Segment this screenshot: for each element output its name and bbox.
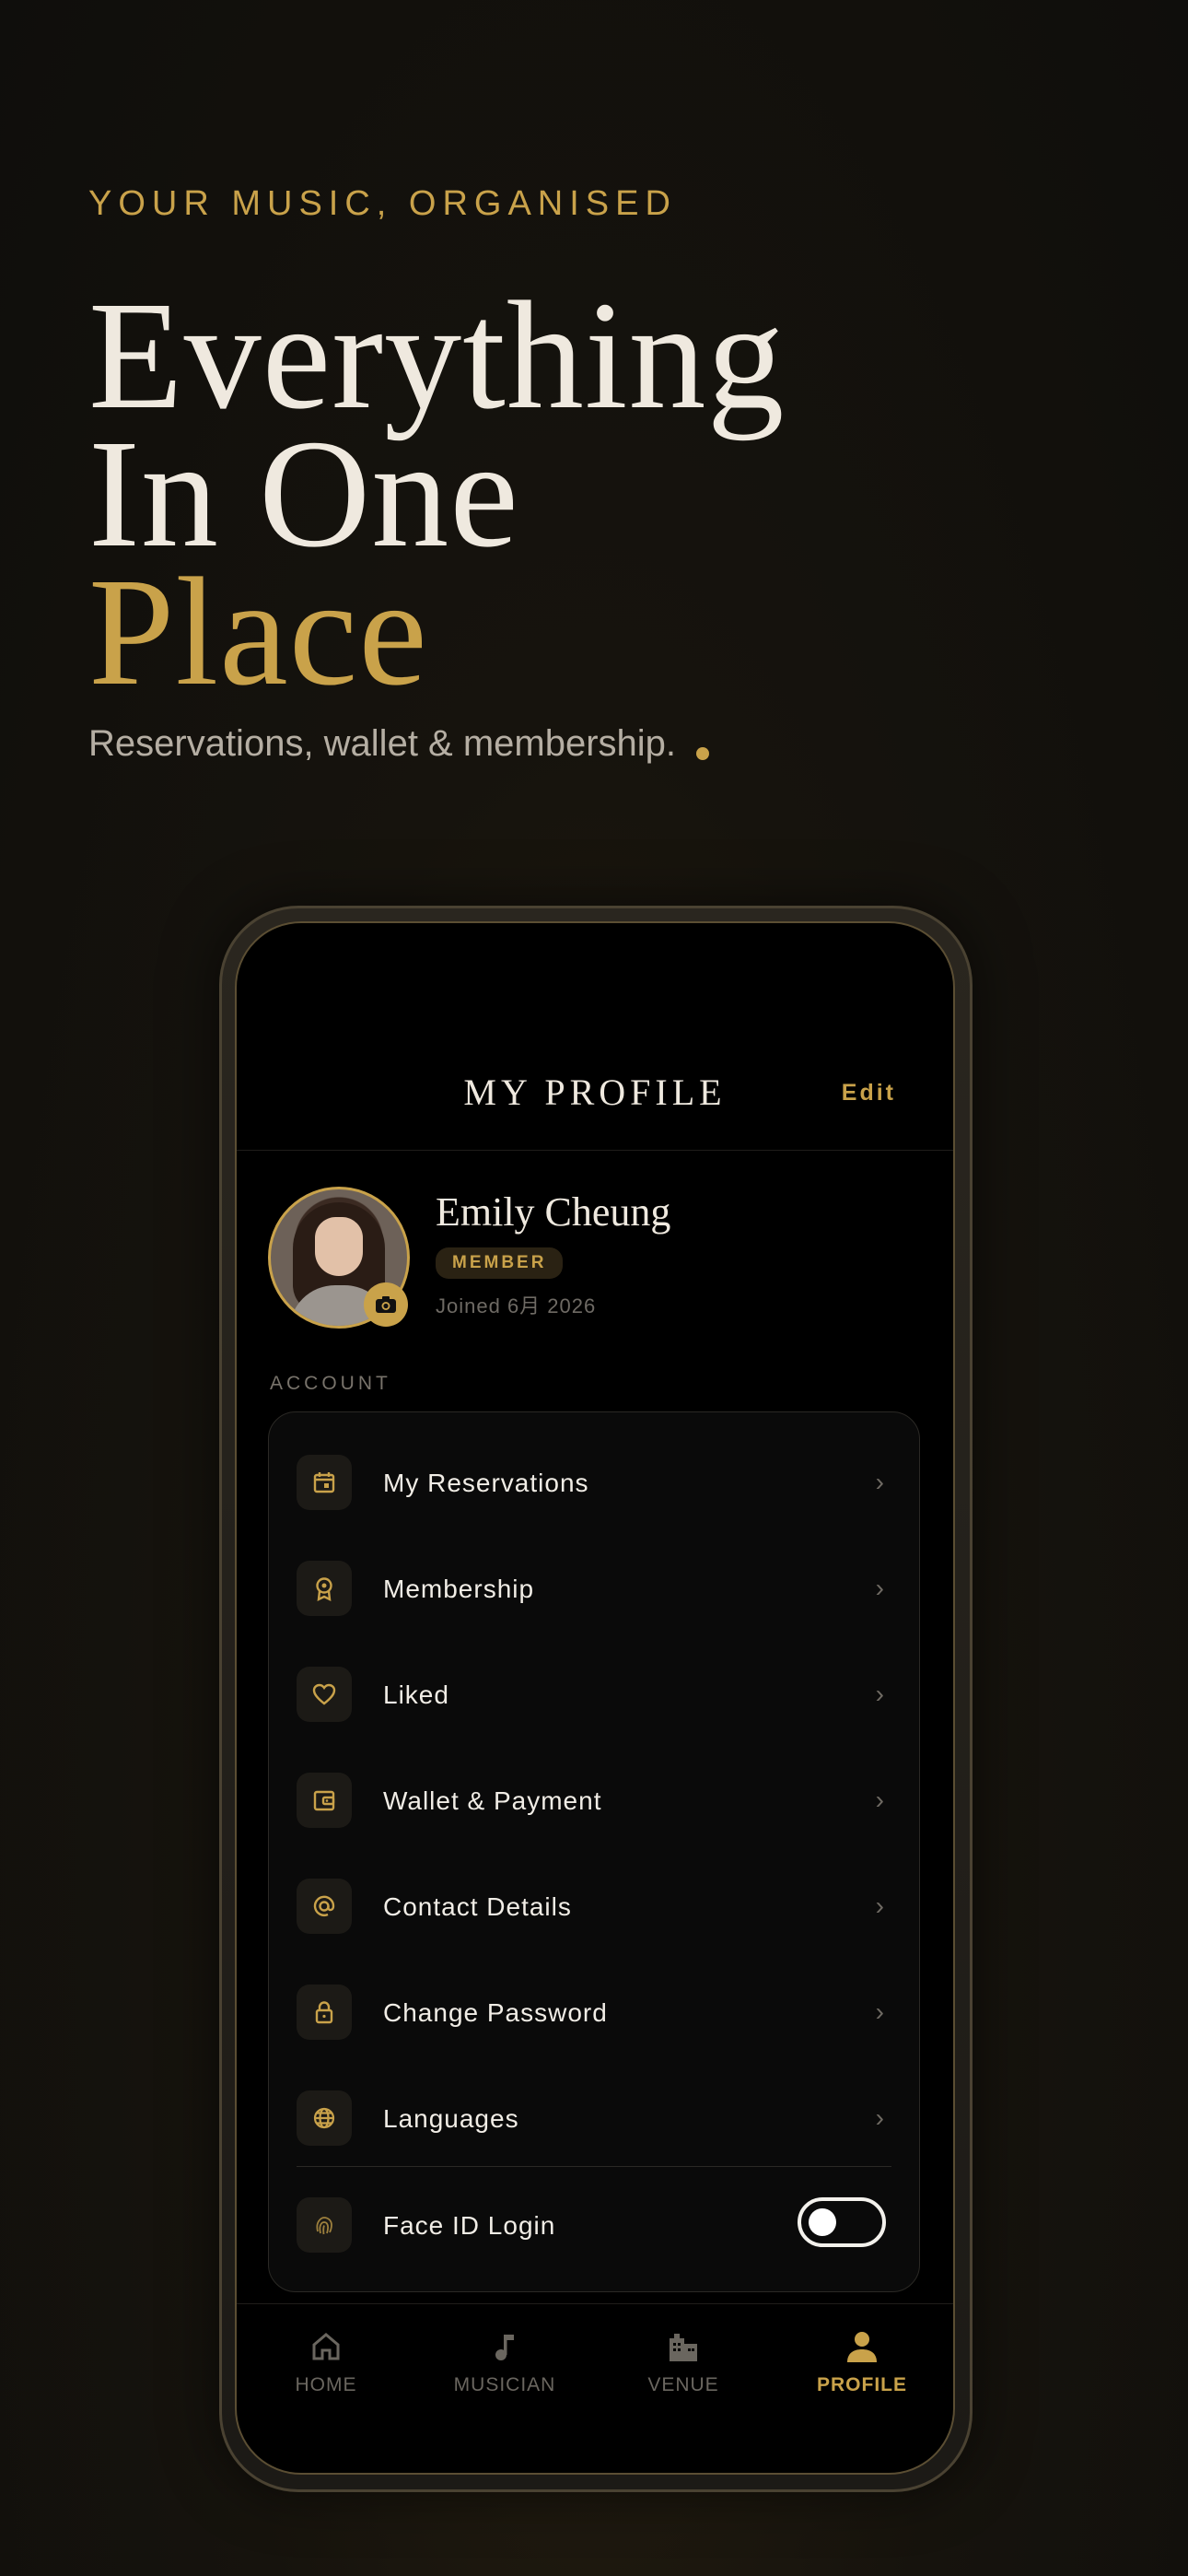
divider <box>297 2166 891 2167</box>
account-section-label: ACCOUNT <box>270 1373 391 1394</box>
menu-item-change-password[interactable]: Change Password › <box>297 1985 891 2040</box>
menu-item-wallet[interactable]: Wallet & Payment › <box>297 1773 891 1828</box>
toggle-knob <box>809 2208 836 2236</box>
hero-headline: Everything In One Place <box>88 270 1101 718</box>
headline-line-1: Everything <box>88 270 786 441</box>
tab-venue[interactable]: VENUE <box>594 2323 773 2396</box>
chevron-right-icon: › <box>875 2103 884 2132</box>
tab-bar: HOME MUSICIAN VENUE PROFILE <box>237 2303 953 2473</box>
award-icon <box>297 1561 352 1616</box>
profile-name: Emily Cheung <box>436 1189 671 1235</box>
menu-item-label: Change Password <box>383 1998 608 2027</box>
music-note-icon <box>415 2323 594 2371</box>
accent-dot <box>696 747 710 760</box>
hero-eyebrow: YOUR MUSIC, ORGANISED <box>88 184 677 223</box>
menu-item-label: Face ID Login <box>383 2211 556 2240</box>
menu-item-label: Contact Details <box>383 1892 572 1921</box>
menu-item-languages[interactable]: Languages › <box>297 2090 891 2146</box>
menu-item-reservations[interactable]: My Reservations › <box>297 1455 891 1510</box>
globe-icon <box>297 2090 352 2146</box>
chevron-right-icon: › <box>875 1891 884 1920</box>
top-bar: MY PROFILE Edit <box>237 1071 953 1151</box>
building-icon <box>594 2323 773 2371</box>
menu-item-label: Wallet & Payment <box>383 1786 602 1815</box>
menu-item-label: My Reservations <box>383 1469 589 1497</box>
chevron-right-icon: › <box>875 1468 884 1496</box>
heart-icon <box>297 1667 352 1722</box>
menu-item-label: Languages <box>383 2104 519 2133</box>
hero-subline: Reservations, wallet & membership. <box>88 723 710 765</box>
menu-item-liked[interactable]: Liked › <box>297 1667 891 1722</box>
avatar-face <box>315 1217 363 1276</box>
home-icon <box>237 2323 415 2371</box>
chevron-right-icon: › <box>875 1786 884 1814</box>
person-icon <box>773 2323 951 2371</box>
at-sign-icon <box>297 1879 352 1934</box>
menu-item-label: Liked <box>383 1680 449 1709</box>
hero-subline-text: Reservations, wallet & membership. <box>88 723 677 764</box>
camera-icon <box>376 1296 396 1313</box>
hero-section: YOUR MUSIC, ORGANISED Everything In One … <box>88 184 1101 765</box>
joined-date: Joined 6月 2026 <box>436 1294 597 1317</box>
tab-home[interactable]: HOME <box>237 2323 415 2396</box>
change-photo-button[interactable] <box>364 1282 408 1327</box>
chevron-right-icon: › <box>875 1997 884 2026</box>
lock-icon <box>297 1985 352 2040</box>
account-card: My Reservations › Membership › Liked › W… <box>268 1411 920 2292</box>
tab-profile[interactable]: PROFILE <box>773 2323 951 2396</box>
phone-screen: MY PROFILE Edit Emily Cheung MEMBER Join… <box>235 921 955 2475</box>
wallet-icon <box>297 1773 352 1828</box>
tab-label: PROFILE <box>816 2374 907 2395</box>
tab-label: MUSICIAN <box>453 2374 556 2395</box>
tab-label: VENUE <box>647 2374 719 2395</box>
profile-header: Emily Cheung MEMBER Joined 6月 2026 <box>268 1187 931 1334</box>
tab-musician[interactable]: MUSICIAN <box>415 2323 594 2396</box>
headline-line-2: In One <box>88 408 519 580</box>
menu-item-contact-details[interactable]: Contact Details › <box>297 1879 891 1934</box>
menu-item-face-id: Face ID Login <box>297 2197 891 2253</box>
face-id-toggle[interactable] <box>798 2197 886 2247</box>
tab-label: HOME <box>295 2374 357 2395</box>
edit-button[interactable]: Edit <box>842 1080 896 1107</box>
chevron-right-icon: › <box>875 1574 884 1602</box>
chevron-right-icon: › <box>875 1680 884 1708</box>
membership-badge: MEMBER <box>436 1247 564 1279</box>
menu-item-label: Membership <box>383 1575 535 1603</box>
calendar-icon <box>297 1455 352 1510</box>
menu-item-membership[interactable]: Membership › <box>297 1561 891 1616</box>
headline-line-3: Place <box>88 546 428 718</box>
fingerprint-icon <box>297 2197 352 2253</box>
